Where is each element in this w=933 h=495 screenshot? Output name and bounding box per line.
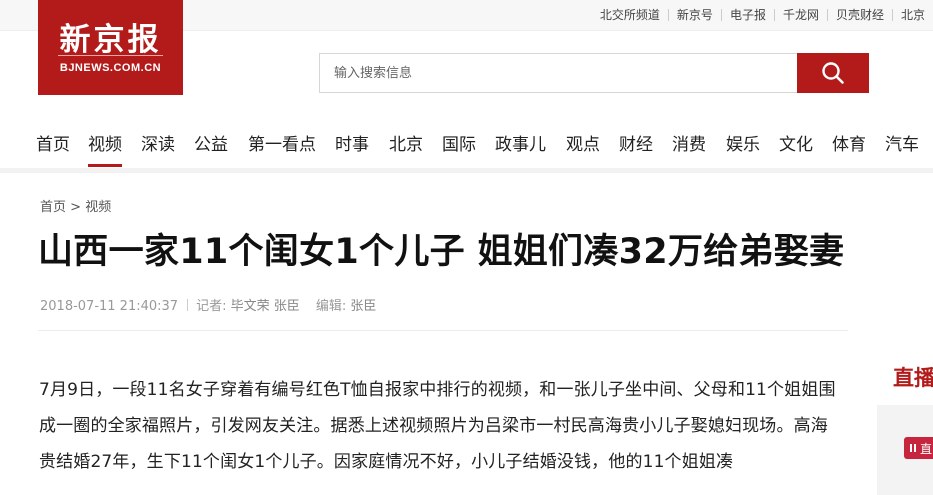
- nav-item-politics[interactable]: 政事儿: [495, 130, 546, 155]
- meta-divider: [38, 330, 848, 331]
- editor-name: 张臣: [350, 299, 377, 314]
- top-link-beike-finance[interactable]: 贝壳财经: [826, 9, 892, 21]
- logo-en-text: BJNEWS.COM.CN: [59, 62, 162, 74]
- top-link-qianlong[interactable]: 千龙网: [773, 9, 827, 21]
- meta-separator: [187, 299, 189, 311]
- top-link-xinjinghao[interactable]: 新京号: [667, 9, 721, 21]
- breadcrumb: 首页 > 视频: [40, 196, 111, 215]
- nav-item-deep-read[interactable]: 深读: [141, 130, 175, 155]
- nav-item-culture[interactable]: 文化: [779, 130, 813, 155]
- nav-item-international[interactable]: 国际: [442, 130, 476, 155]
- nav-item-consumption[interactable]: 消费: [672, 130, 706, 155]
- nav-item-finance[interactable]: 财经: [619, 130, 653, 155]
- nav-item-video[interactable]: 视频: [88, 130, 122, 167]
- sidebar-badge-text: 直: [920, 441, 933, 456]
- editor-label: 编辑:: [315, 299, 347, 314]
- top-link-epaper[interactable]: 电子报: [720, 9, 774, 21]
- main-nav: 首页 视频 深读 公益 第一看点 时事 北京 国际 政事儿 观点 财经 消费 娱…: [0, 118, 933, 168]
- sidebar-live-title[interactable]: 直播: [893, 362, 933, 392]
- nav-item-charity[interactable]: 公益: [194, 130, 228, 155]
- article-title: 山西一家11个闺女1个儿子 姐姐们凑32万给弟娶妻: [38, 232, 845, 272]
- top-link-bse[interactable]: 北交所频道: [592, 9, 668, 21]
- reporter-names: 毕文荣 张臣: [230, 299, 300, 314]
- nav-item-home[interactable]: 首页: [36, 130, 70, 155]
- nav-item-beijing[interactable]: 北京: [389, 130, 423, 155]
- breadcrumb-home[interactable]: 首页: [40, 200, 66, 215]
- sidebar-live-badge: 直: [904, 437, 933, 459]
- site-logo[interactable]: 新京报 BJNEWS.COM.CN: [38, 0, 183, 95]
- breadcrumb-separator: >: [70, 200, 82, 215]
- reporter-label: 记者:: [196, 299, 227, 314]
- nav-item-current-affairs[interactable]: 时事: [335, 130, 369, 155]
- live-icon: [910, 444, 916, 452]
- nav-item-first-look[interactable]: 第一看点: [248, 130, 316, 155]
- logo-cn-text: 新京报: [59, 22, 162, 58]
- nav-item-auto[interactable]: 汽车: [885, 130, 919, 155]
- search-button[interactable]: [797, 53, 869, 93]
- article-date: 2018-07-11 21:40:37: [40, 299, 179, 314]
- article-meta: 2018-07-11 21:40:37 记者: 毕文荣 张臣 编辑: 张臣: [40, 295, 388, 314]
- article-paragraph: 7月9日，一段11名女子穿着有编号红色T恤自报家中排行的视频，和一张儿子坐中间、…: [39, 380, 836, 472]
- search-input[interactable]: [319, 53, 797, 93]
- top-links: 北交所频道 新京号 电子报 千龙网 贝壳财经 北京: [592, 0, 933, 30]
- nav-item-sports[interactable]: 体育: [832, 130, 866, 155]
- nav-item-entertainment[interactable]: 娱乐: [726, 130, 760, 155]
- logo-divider: [58, 55, 163, 56]
- nav-divider: [0, 168, 933, 173]
- search-icon: [822, 62, 844, 84]
- top-link-beijing[interactable]: 北京: [891, 9, 933, 21]
- breadcrumb-current[interactable]: 视频: [85, 200, 111, 215]
- nav-item-opinion[interactable]: 观点: [566, 130, 600, 155]
